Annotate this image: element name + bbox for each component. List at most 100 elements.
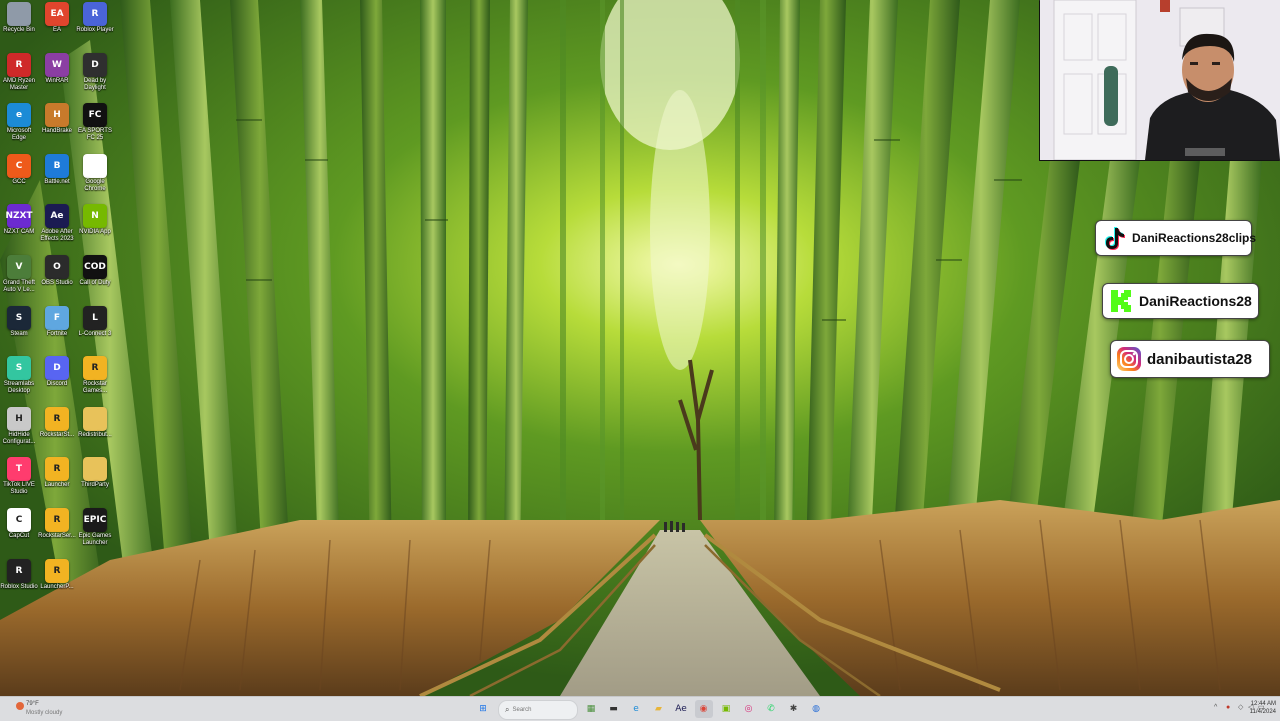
desktop-icon-label: HandBrake — [41, 128, 73, 135]
taskbar-chrome-icon[interactable]: ◉ — [694, 700, 713, 718]
desktop-icon[interactable]: EPIC Epic Games Launcher — [76, 506, 114, 556]
desktop-icon-label: Roblox Studio — [0, 583, 38, 590]
chevron-up-icon[interactable]: ^ — [1214, 704, 1222, 712]
desktop-icon[interactable]: L L-Connect 3 — [76, 304, 114, 354]
desktop-icon[interactable]: R Launcher — [38, 455, 76, 505]
taskbar-search[interactable]: ⌕ Search — [498, 700, 578, 720]
desktop-icon-label: Launcher — [44, 482, 70, 489]
desktop-icon[interactable]: R RockstarSer... — [38, 506, 76, 556]
taskbar-nvidia-icon[interactable]: ▣ — [717, 700, 735, 718]
desktop-icon-label: AMD Ryzen Master — [2, 77, 35, 91]
weather-widget[interactable]: 79°F Mostly cloudy — [6, 699, 96, 719]
desktop-icon[interactable]: B Battle.net — [38, 152, 76, 202]
app-icon: T — [7, 457, 31, 482]
clock[interactable]: 12:44 AM 11/4/2024 — [1250, 700, 1276, 716]
taskbar-settings-icon[interactable]: ✱ — [785, 700, 803, 718]
desktop-icon[interactable]: R Roblox Studio — [0, 557, 38, 607]
weather-temp: 79°F — [26, 701, 39, 707]
app-icon — [83, 153, 107, 178]
app-icon: N — [83, 204, 107, 229]
kick-handle: DaniReactions28 — [1139, 293, 1252, 309]
desktop-icon-label: Streamlabs Desktop — [3, 381, 35, 395]
desktop-icon[interactable]: V Grand Theft Auto V Le... — [0, 253, 38, 303]
desktop-icon[interactable]: Recycle Bin — [0, 0, 38, 50]
desktop-icon[interactable]: e Microsoft Edge — [0, 101, 38, 151]
desktop-icon[interactable]: NZXT NZXT CAM — [0, 202, 38, 252]
app-icon: L — [83, 305, 107, 330]
app-icon: R — [45, 406, 69, 431]
desktop-icon[interactable]: D Dead by Daylight — [76, 51, 114, 101]
taskbar-folder-icon[interactable]: ▰ — [650, 700, 668, 718]
desktop-icon[interactable]: R Rockstar Games... — [76, 354, 114, 404]
desktop-icon[interactable]: H HidHide Configurat... — [0, 405, 38, 455]
weather-icon — [16, 702, 24, 710]
app-icon: R — [83, 2, 107, 26]
desktop-icon[interactable]: F Fortnite — [38, 304, 76, 354]
desktop-icon[interactable]: N NVIDIA App — [76, 202, 114, 252]
desktop-icon-label: Epic Games Launcher — [78, 533, 112, 546]
desktop-icon[interactable]: Redistribut... — [76, 405, 114, 455]
desktop-icon[interactable]: COD Call of Duty — [76, 253, 114, 303]
desktop-icon[interactable]: D Discord — [38, 354, 76, 404]
taskbar-instagram-icon[interactable]: ◎ — [740, 700, 758, 718]
desktop-icon[interactable]: R RockstarSt... — [38, 405, 76, 455]
desktop-icon[interactable]: C CapCut — [0, 506, 38, 556]
app-icon: S — [7, 356, 31, 381]
desktop-icon-label: Google Chrome — [84, 178, 106, 192]
taskbar-after-effects-icon[interactable]: Ae — [672, 700, 690, 718]
app-icon: W — [45, 52, 69, 77]
taskbar-whatsapp-icon[interactable]: ✆ — [762, 700, 780, 718]
desktop-icon-label: L-Connect 3 — [78, 330, 112, 337]
app-icon: R — [45, 457, 69, 482]
desktop-icon[interactable]: EA EA — [38, 0, 76, 50]
desktop-icon[interactable]: R AMD Ryzen Master — [0, 51, 38, 101]
taskbar-widgets-icon[interactable]: ▦ — [582, 700, 600, 718]
taskbar-app-extra-icon[interactable]: ◍ — [807, 700, 825, 718]
search-placeholder: Search — [512, 707, 532, 713]
desktop-icon[interactable]: Google Chrome — [76, 152, 114, 202]
app-icon: F — [45, 305, 69, 330]
app-icon: C — [7, 153, 31, 178]
desktop-icon-label: NVIDIA App — [79, 229, 111, 236]
desktop-icon-label: Microsoft Edge — [6, 128, 32, 142]
desktop-icon-label: RockstarSt... — [39, 431, 75, 438]
app-icon: D — [83, 52, 107, 77]
desktop-icon[interactable]: W WinRAR — [38, 51, 76, 101]
notification-app-icon[interactable]: ● — [1226, 704, 1234, 712]
tiktok-handle: DaniReactions28clips — [1132, 231, 1257, 245]
desktop-icon-label: CapCut — [8, 533, 30, 539]
desktop-icon[interactable]: R LauncherP... — [38, 557, 76, 607]
desktop-icon[interactable]: C GCC — [0, 152, 38, 202]
desktop-icon[interactable]: H HandBrake — [38, 101, 76, 151]
webcam-person-image — [1040, 0, 1280, 160]
desktop-icon[interactable]: T TikTok LIVE Studio — [0, 455, 38, 505]
desktop-icon-label: LauncherP... — [40, 583, 74, 590]
taskbar-edge-icon[interactable]: e — [627, 700, 645, 718]
webcam-overlay — [1040, 0, 1280, 160]
desktop-icon-label: Grand Theft Auto V Le... — [3, 280, 35, 293]
app-icon: R — [45, 508, 69, 532]
network-icon[interactable]: ◇ — [1238, 704, 1246, 712]
desktop-icon[interactable]: R Roblox Player — [76, 0, 114, 50]
desktop-icon-label: Steam — [10, 330, 28, 337]
taskbar-file-explorer-icon[interactable]: ▬ — [605, 700, 623, 718]
desktop-icon[interactable]: S Streamlabs Desktop — [0, 354, 38, 404]
desktop-icon[interactable]: ThirdParty — [76, 455, 114, 505]
app-icon: R — [7, 52, 31, 77]
instagram-icon — [1117, 347, 1141, 371]
desktop-icon[interactable]: O OBS Studio — [38, 253, 76, 303]
start-button[interactable]: ⊞ — [474, 700, 492, 718]
app-icon: e — [7, 103, 31, 128]
desktop-icon-label: TikTok LIVE Studio — [3, 482, 35, 496]
desktop-icon-label: NZXT CAM — [3, 229, 35, 236]
app-icon: B — [45, 153, 69, 178]
desktop-icon[interactable]: FC EA SPORTS FC 25 — [76, 101, 114, 151]
desktop-icon[interactable]: S Steam — [0, 304, 38, 354]
desktop-icon-label: Battle.net — [44, 178, 70, 185]
windows-logo-icon: ⊞ — [479, 704, 487, 714]
app-icon: D — [45, 356, 69, 381]
desktop-icon[interactable]: Ae Adobe After Effects 2023 — [38, 202, 76, 252]
desktop-icon-label: EA SPORTS FC 25 — [78, 128, 112, 142]
app-icon: EPIC — [83, 508, 107, 532]
system-tray: ^ ● ◇ ◁ ▭ 12:44 AM 11/4/2024 — [1160, 697, 1280, 721]
